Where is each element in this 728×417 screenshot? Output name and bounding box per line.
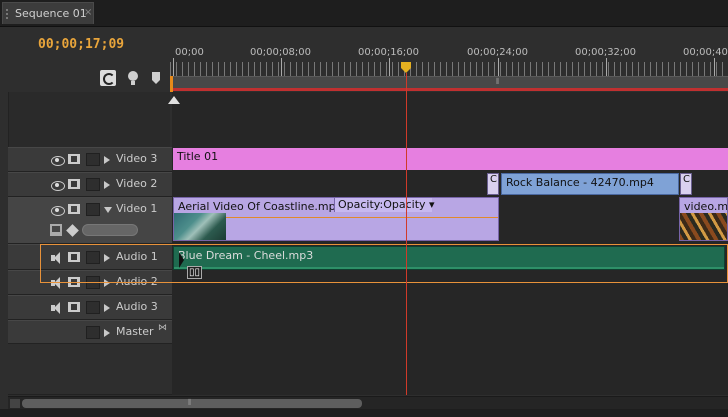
transition-tab[interactable]: C [680, 173, 692, 195]
track-name: Master [116, 325, 154, 338]
track-name: Audio 3 [116, 300, 158, 313]
expand-triangle-icon[interactable] [104, 304, 110, 312]
time-ruler[interactable]: 00;00 00;00;08;00 00;00;16;00 00;00;24;0… [170, 40, 728, 92]
ruler-label: 00;00;24;00 [467, 47, 529, 58]
drag-clip-icon: ▯▯ [187, 266, 203, 279]
clip-rock-balance[interactable]: Rock Balance - 42470.mp4 [501, 173, 679, 195]
transition-tab[interactable]: C [487, 173, 499, 195]
render-bar [172, 88, 728, 91]
playhead-line [406, 73, 407, 395]
ruler-ticks [170, 62, 728, 76]
track-header-video-3[interactable]: Video 3 [8, 147, 172, 172]
clip-title-01[interactable]: Title 01 [173, 148, 728, 170]
horizontal-scrollbar[interactable]: ⦀ [8, 396, 728, 409]
panel-tab-bar: Sequence 01 × [0, 0, 728, 27]
scroll-zoom-handle[interactable] [10, 399, 20, 408]
keyframe-icon[interactable] [66, 224, 79, 237]
work-area-grip-icon[interactable]: ⦀ [496, 77, 500, 87]
ruler-major-tick [173, 58, 174, 76]
selection-highlight [40, 244, 728, 283]
expand-triangle-icon[interactable] [104, 181, 110, 189]
panel-bottom-edge [0, 409, 728, 417]
tab-title: Sequence 01 [15, 7, 87, 20]
ruler-label: 00;00;08;00 [250, 47, 312, 58]
set-marker-icon[interactable] [148, 70, 164, 86]
sync-lock-icon[interactable] [68, 204, 80, 214]
sync-lock-icon[interactable] [68, 179, 80, 189]
clip-thumbnail [174, 213, 226, 240]
add-marker-icon[interactable] [125, 70, 141, 86]
clip-label: Aerial Video Of Coastline.mp4 [178, 200, 343, 213]
clip-aerial-video[interactable]: Aerial Video Of Coastline.mp4 Opacity:Op… [173, 197, 499, 241]
close-icon[interactable]: × [84, 7, 92, 18]
expand-triangle-icon[interactable] [104, 329, 110, 337]
sync-lock-icon[interactable] [68, 154, 80, 164]
ruler-label: 00;00;16;00 [358, 47, 420, 58]
track-name: Video 3 [116, 152, 158, 165]
scrollbar-grip-icon: ⦀ [188, 398, 192, 407]
eye-icon[interactable] [50, 155, 65, 166]
track-header-video-2[interactable]: Video 2 [8, 172, 172, 197]
work-area-bar[interactable] [172, 76, 728, 88]
keyframe-navigator[interactable] [82, 224, 138, 236]
opacity-keyframe-line[interactable] [226, 217, 498, 218]
clip-video-mp4[interactable]: video.mp [679, 197, 728, 241]
track-header-spacer [8, 92, 170, 147]
ruler-major-tick [389, 58, 390, 76]
mouse-cursor-icon [179, 252, 184, 268]
scrollbar-thumb[interactable] [22, 399, 362, 408]
sequence-start-icon [168, 96, 180, 104]
lock-toggle[interactable] [86, 203, 100, 216]
speaker-icon[interactable] [50, 302, 64, 314]
eye-icon[interactable] [50, 205, 65, 216]
display-style-icon[interactable] [50, 224, 62, 236]
grip-icon[interactable] [6, 9, 10, 19]
sync-lock-icon[interactable] [68, 302, 80, 312]
master-track-type-icon: ⋈ [158, 323, 167, 333]
ruler-label: 00;00;32;00 [575, 47, 637, 58]
clip-thumbnail [680, 213, 727, 240]
ruler-major-tick [498, 58, 499, 76]
timecode-display[interactable]: 00;00;17;09 [38, 37, 124, 52]
lock-toggle[interactable] [86, 178, 100, 191]
lock-toggle[interactable] [86, 153, 100, 166]
collapse-triangle-icon[interactable] [104, 207, 112, 213]
track-header-video-1[interactable]: Video 1 [8, 197, 172, 244]
clip-label: video.mp [684, 200, 728, 213]
work-area-start-handle[interactable] [170, 76, 173, 92]
lock-toggle[interactable] [86, 301, 100, 314]
clip-label: Rock Balance - 42470.mp4 [506, 176, 654, 189]
track-header-master[interactable]: Master [8, 320, 172, 344]
clip-label: Title 01 [177, 150, 219, 163]
ruler-label: 00;00;40;00 [683, 47, 728, 58]
ruler-major-tick [714, 58, 715, 76]
expand-triangle-icon[interactable] [104, 156, 110, 164]
ruler-major-tick [606, 58, 607, 76]
track-header-audio-3[interactable]: Audio 3 [8, 295, 172, 320]
snap-icon[interactable] [100, 70, 116, 86]
track-header-empty [8, 344, 172, 395]
eye-icon[interactable] [50, 180, 65, 191]
lock-toggle[interactable] [86, 326, 100, 339]
ruler-major-tick [281, 58, 282, 76]
effect-property-dropdown[interactable]: Opacity:Opacity ▾ [334, 198, 435, 212]
ruler-label: 00;00 [175, 47, 204, 58]
tab-sequence-01[interactable]: Sequence 01 × [2, 2, 94, 24]
track-name: Video 1 [116, 202, 158, 215]
track-name: Video 2 [116, 177, 158, 190]
